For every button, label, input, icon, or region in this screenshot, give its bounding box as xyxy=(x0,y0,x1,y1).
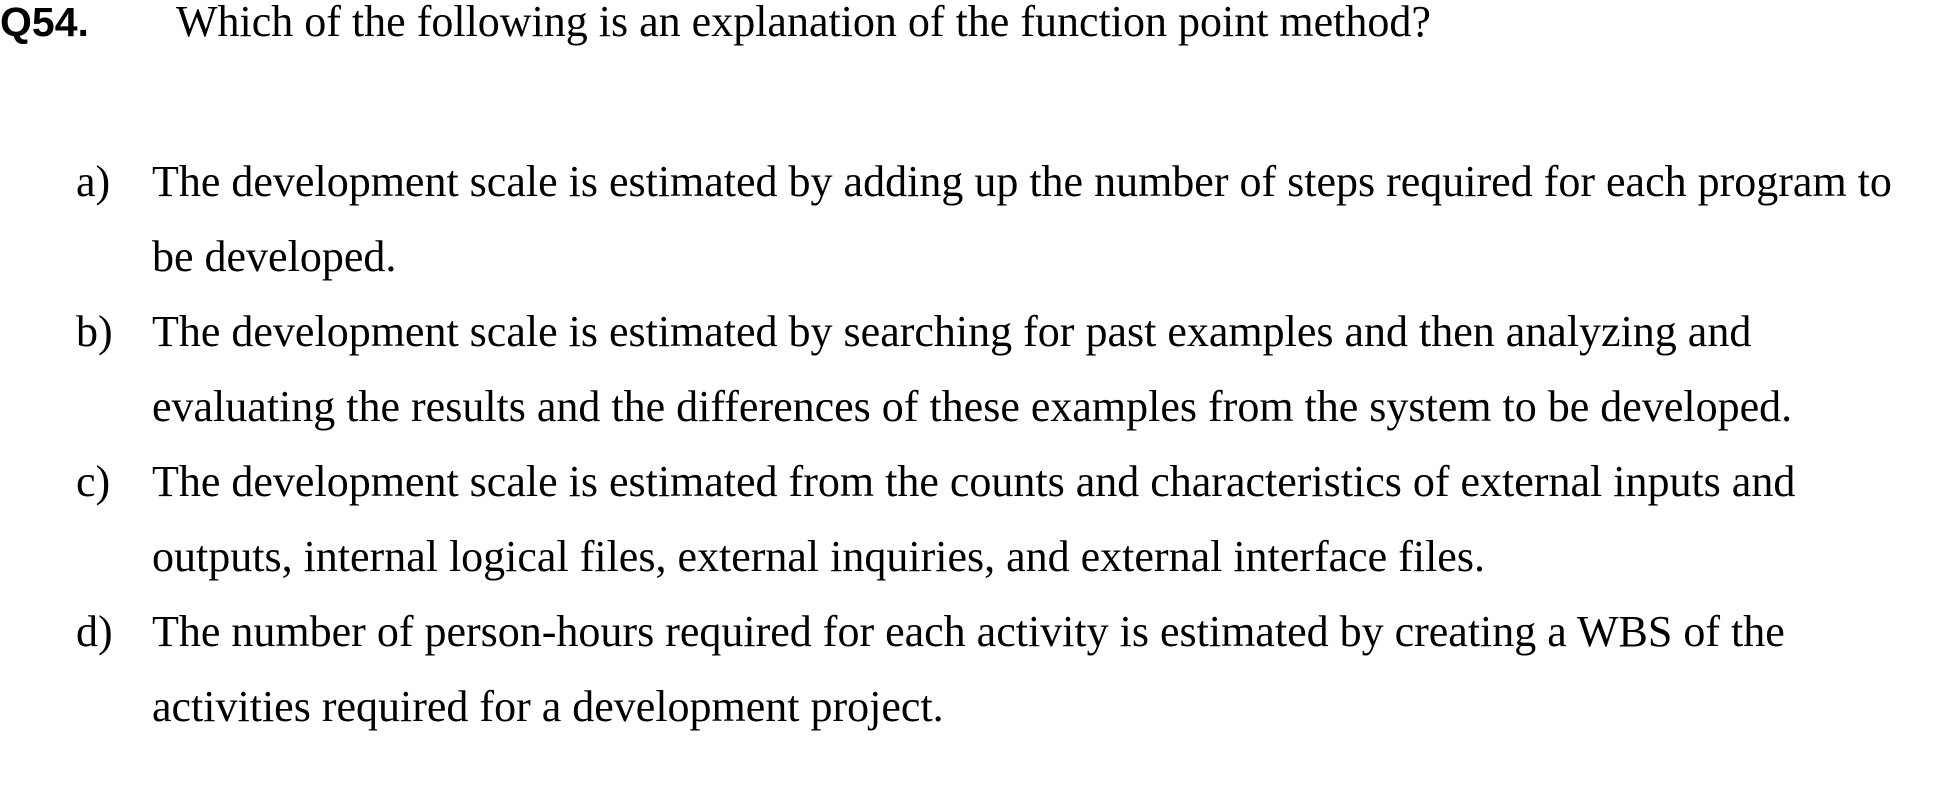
option-text: The development scale is estimated by se… xyxy=(152,307,1793,431)
option-letter: a) xyxy=(76,157,111,206)
question-header: Q54. Which of the following is an explan… xyxy=(0,0,1940,60)
option-text: The development scale is estimated from … xyxy=(152,457,1796,581)
answer-options: a) The development scale is estimated by… xyxy=(0,144,1940,744)
option-letter: b) xyxy=(76,307,113,356)
option-c: c) The development scale is estimated fr… xyxy=(0,444,1940,594)
option-letter: c) xyxy=(76,457,111,506)
option-b: b) The development scale is estimated by… xyxy=(0,294,1940,444)
question-text: Which of the following is an explanation… xyxy=(176,0,1431,46)
option-text: The development scale is estimated by ad… xyxy=(152,157,1892,281)
option-a: a) The development scale is estimated by… xyxy=(0,144,1940,294)
option-d: d) The number of person-hours required f… xyxy=(0,594,1940,744)
option-letter: d) xyxy=(76,607,113,656)
question-number: Q54. xyxy=(0,0,89,45)
option-text: The number of person-hours required for … xyxy=(152,607,1785,731)
